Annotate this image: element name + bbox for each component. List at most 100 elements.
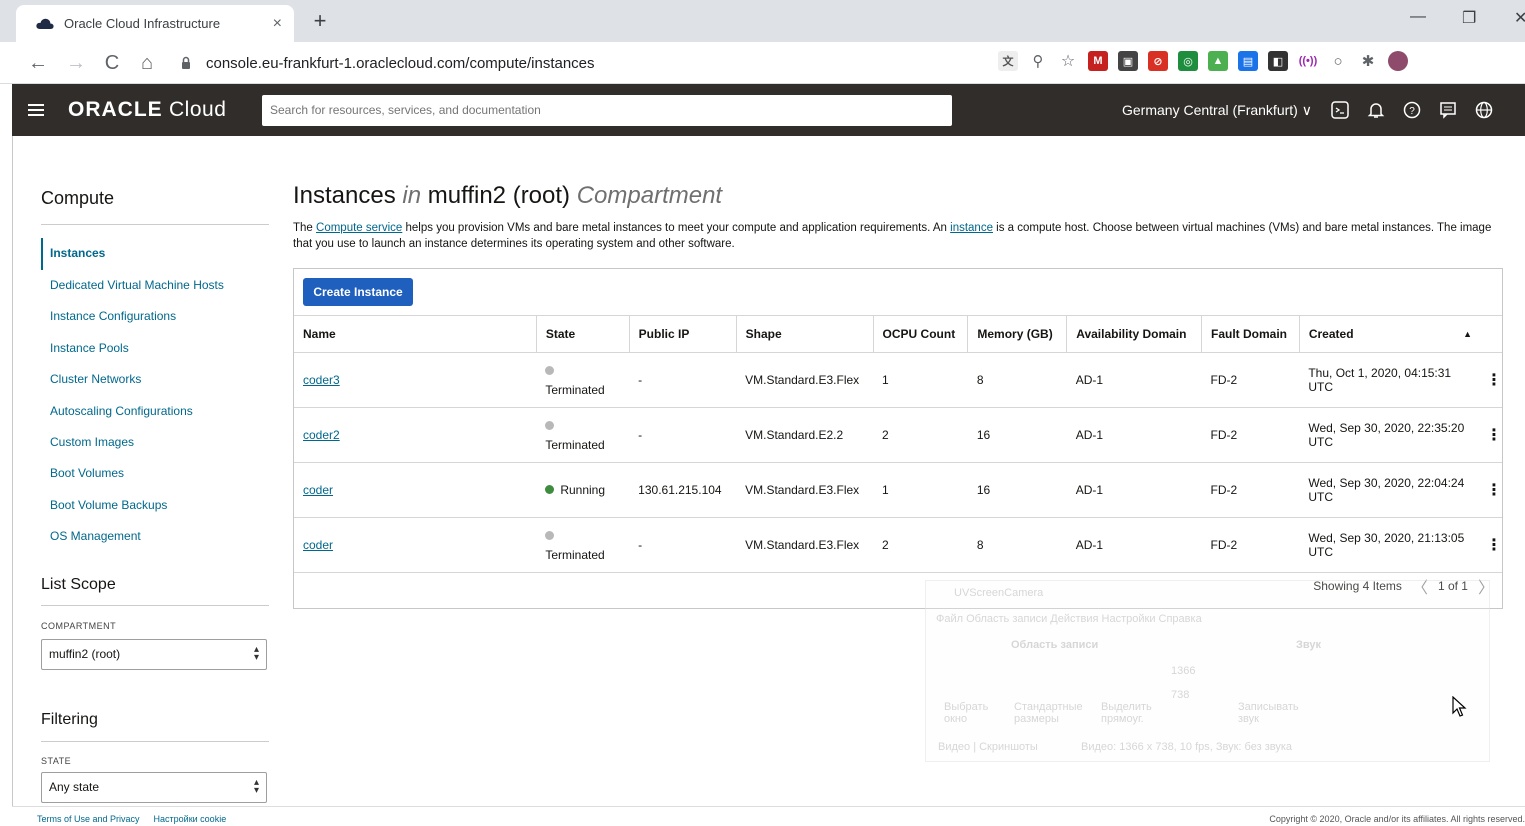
- sidebar-item-boot-volume-backups[interactable]: Boot Volume Backups: [41, 490, 269, 521]
- column-header-availability-domain[interactable]: Availability Domain: [1066, 315, 1202, 353]
- ghost-btn-standard: Стандартные размеры: [1014, 701, 1083, 725]
- home-button[interactable]: ⌂: [135, 51, 159, 75]
- close-window-button[interactable]: ✕: [1514, 8, 1525, 28]
- sidebar-divider: [41, 224, 269, 225]
- state-filter-select[interactable]: Any state ▴ ▾: [41, 772, 267, 803]
- ghost-btn-rect: Выделить прямоуг.: [1101, 701, 1152, 725]
- fault-domain: FD-2: [1201, 407, 1300, 463]
- bell-icon[interactable]: [1364, 98, 1388, 122]
- row-actions-menu-icon[interactable]: ⋮: [1476, 462, 1502, 518]
- ocpu-count: 2: [873, 407, 968, 463]
- feedback-icon[interactable]: [1436, 98, 1460, 122]
- gmail-extension-icon[interactable]: M: [1088, 51, 1108, 71]
- image-extension-icon[interactable]: ▤: [1238, 51, 1258, 71]
- column-header-fault-domain[interactable]: Fault Domain: [1201, 315, 1300, 353]
- ghost-height: 738: [1171, 689, 1190, 701]
- instance-name-cell: coder: [294, 517, 537, 573]
- zoom-icon[interactable]: ⚲: [1028, 51, 1048, 71]
- opera-extension-icon[interactable]: ○: [1328, 51, 1348, 71]
- created: Wed, Sep 30, 2020, 22:04:24 UTC: [1299, 462, 1477, 518]
- sidebar-item-autoscaling-configurations[interactable]: Autoscaling Configurations: [41, 396, 269, 427]
- oracle-cloud-favicon-icon: [36, 18, 54, 29]
- ghost-section-sound: Звук: [1296, 639, 1322, 651]
- instance-state: Terminated: [545, 383, 605, 397]
- public-ip: -: [629, 352, 737, 408]
- sidebar-item-instances[interactable]: Instances: [41, 238, 269, 270]
- region-selector[interactable]: Germany Central (Frankfurt) ∨: [1122, 102, 1312, 119]
- public-ip: -: [629, 407, 737, 463]
- row-actions-menu-icon[interactable]: ⋮: [1476, 407, 1502, 463]
- ghost-status: Видео: 1366 x 738, 10 fps, Звук: без зву…: [1081, 741, 1293, 753]
- compartment-select[interactable]: muffin2 (root) ▴ ▾: [41, 639, 267, 670]
- availability-domain: AD-1: [1066, 407, 1202, 463]
- sidebar-item-instance-pools[interactable]: Instance Pools: [41, 333, 269, 364]
- instance-name-link[interactable]: coder: [303, 538, 333, 552]
- cloud-shell-icon[interactable]: [1328, 98, 1352, 122]
- radio-extension-icon[interactable]: ((•)): [1298, 51, 1318, 71]
- instance-name-link[interactable]: coder: [303, 483, 333, 497]
- availability-domain: AD-1: [1066, 517, 1202, 573]
- terms-link[interactable]: Terms of Use and Privacy: [37, 814, 140, 824]
- instance-state-cell: Terminated: [536, 407, 630, 463]
- page-footer: Terms of Use and Privacy Настройки cookie…: [12, 806, 1525, 826]
- dark-extension-icon[interactable]: ◧: [1268, 51, 1288, 71]
- globe-icon[interactable]: [1472, 98, 1496, 122]
- instance-name-link[interactable]: coder2: [303, 428, 340, 442]
- translate-icon[interactable]: 文: [998, 51, 1018, 71]
- back-button[interactable]: ←: [26, 51, 50, 75]
- created: Wed, Sep 30, 2020, 21:13:05 UTC: [1299, 517, 1477, 573]
- close-tab-icon[interactable]: ×: [273, 15, 282, 33]
- bookmark-star-icon[interactable]: ☆: [1058, 51, 1078, 71]
- reload-button[interactable]: C: [100, 51, 124, 75]
- row-actions-menu-icon[interactable]: ⋮: [1476, 517, 1502, 573]
- adblock-extension-icon[interactable]: ▲: [1208, 51, 1228, 71]
- url-field[interactable]: console.eu-frankfurt-1.oraclecloud.com/c…: [178, 48, 990, 78]
- column-header-name[interactable]: Name: [294, 315, 537, 353]
- sidebar-item-boot-volumes[interactable]: Boot Volumes: [41, 458, 269, 489]
- compartment-label: COMPARTMENT: [41, 621, 117, 631]
- sidebar-item-instance-configurations[interactable]: Instance Configurations: [41, 301, 269, 332]
- public-ip: 130.61.215.104: [629, 462, 737, 518]
- instance-link[interactable]: instance: [950, 222, 993, 234]
- column-header-memory[interactable]: Memory (GB): [967, 315, 1068, 353]
- table-row: coder Terminated - VM.Standard.E3.Flex 2…: [294, 517, 1502, 573]
- browser-tab[interactable]: Oracle Cloud Infrastructure ×: [16, 5, 294, 42]
- restore-window-button[interactable]: ❐: [1462, 8, 1476, 28]
- forward-button[interactable]: →: [64, 51, 88, 75]
- sidebar-item-dedicated-vm-hosts[interactable]: Dedicated Virtual Machine Hosts: [41, 270, 269, 301]
- help-icon[interactable]: ?: [1400, 98, 1424, 122]
- sidebar-item-custom-images[interactable]: Custom Images: [41, 427, 269, 458]
- public-ip: -: [629, 517, 737, 573]
- profile-avatar-icon[interactable]: [1388, 51, 1408, 71]
- sidebar-item-os-management[interactable]: OS Management: [41, 521, 269, 552]
- create-instance-button[interactable]: Create Instance: [303, 278, 413, 306]
- cookie-settings-link[interactable]: Настройки cookie: [154, 814, 227, 824]
- minimize-window-button[interactable]: —: [1410, 8, 1426, 26]
- extension-icon[interactable]: ▣: [1118, 51, 1138, 71]
- column-header-created[interactable]: Created ▲: [1299, 315, 1502, 353]
- puzzle-extensions-icon[interactable]: ✱: [1358, 51, 1378, 71]
- column-header-shape[interactable]: Shape: [736, 315, 874, 353]
- column-header-state[interactable]: State: [536, 315, 630, 353]
- column-header-ocpu-count[interactable]: OCPU Count: [873, 315, 969, 353]
- created: Thu, Oct 1, 2020, 04:15:31 UTC: [1299, 352, 1477, 408]
- global-search-input[interactable]: [262, 94, 952, 126]
- new-tab-button[interactable]: +: [308, 8, 332, 34]
- menu-icon[interactable]: [12, 104, 60, 116]
- sidebar-item-cluster-networks[interactable]: Cluster Networks: [41, 364, 269, 395]
- state-dot-icon: [545, 366, 555, 375]
- fault-domain: FD-2: [1201, 352, 1300, 408]
- table-header-row: Name State Public IP Shape OCPU Count Me…: [294, 315, 1502, 353]
- oracle-cloud-logo[interactable]: ORACLE Cloud: [68, 98, 254, 122]
- map-extension-icon[interactable]: ◎: [1178, 51, 1198, 71]
- instance-name-link[interactable]: coder3: [303, 373, 340, 387]
- compute-service-link[interactable]: Compute service: [316, 222, 402, 234]
- column-header-public-ip[interactable]: Public IP: [629, 315, 737, 353]
- instance-state-cell: Terminated: [536, 352, 630, 408]
- row-actions-menu-icon[interactable]: ⋮: [1476, 352, 1502, 408]
- sort-ascending-icon[interactable]: ▲: [1463, 329, 1472, 339]
- memory: 16: [967, 407, 1067, 463]
- stop-extension-icon[interactable]: ⊘: [1148, 51, 1168, 71]
- mouse-cursor-icon: [1452, 696, 1467, 717]
- instances-table: Name State Public IP Shape OCPU Count Me…: [294, 315, 1502, 573]
